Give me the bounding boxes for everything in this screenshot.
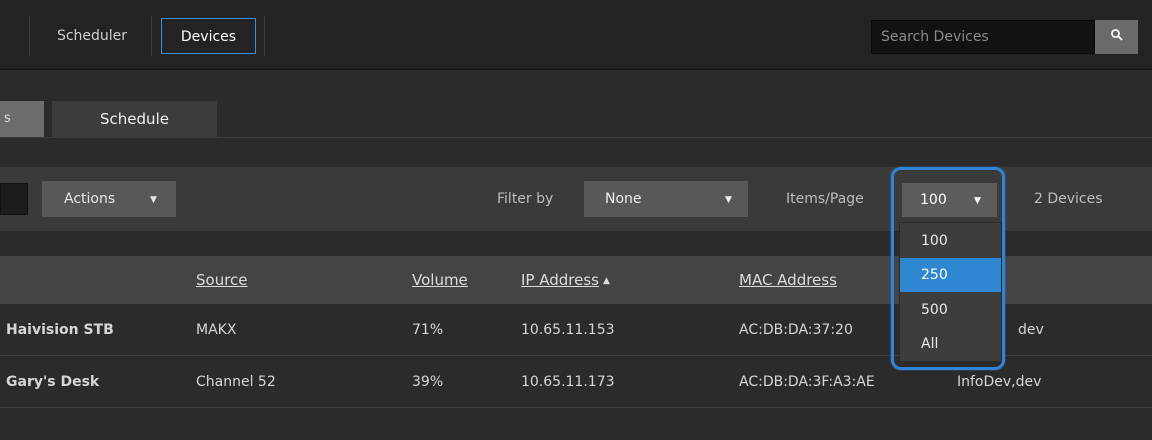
nav-divider: [151, 16, 152, 56]
search-icon: [1110, 29, 1123, 41]
search-input[interactable]: Search Devices: [871, 20, 1095, 54]
items-per-page-label: Items/Page: [786, 191, 864, 207]
nav-scheduler[interactable]: Scheduler: [40, 18, 144, 54]
device-volume: 39%: [412, 374, 444, 390]
device-ip: 10.65.11.173: [521, 374, 615, 390]
actions-button[interactable]: Actions ▼: [42, 181, 176, 217]
device-name[interactable]: Haivision STB: [6, 305, 114, 356]
device-volume: 71%: [412, 322, 444, 338]
device-source: Channel 52: [196, 374, 276, 390]
callout-highlight: [891, 167, 1005, 370]
device-ip: 10.65.11.153: [521, 322, 615, 338]
toolbar-input[interactable]: [0, 183, 28, 215]
device-name[interactable]: Gary's Desk: [6, 357, 99, 408]
column-header-volume[interactable]: Volume: [412, 256, 468, 304]
filter-value: None: [605, 191, 642, 207]
column-header-mac-address[interactable]: MAC Address: [739, 256, 837, 304]
nav-divider: [264, 16, 265, 56]
column-header-ip-address[interactable]: IP Address ▲: [521, 256, 610, 304]
search-button[interactable]: [1095, 20, 1138, 54]
device-source: MAKX: [196, 322, 237, 338]
actions-label: Actions: [64, 191, 116, 207]
chevron-down-icon: ▼: [725, 195, 732, 205]
nav-divider: [29, 16, 30, 56]
devices-page: Scheduler Devices Search Devices s Sched…: [0, 0, 1152, 440]
chevron-down-icon: ▼: [150, 195, 157, 205]
filter-select[interactable]: None ▼: [584, 181, 748, 217]
tab-partial[interactable]: s: [0, 101, 44, 137]
device-mac: AC:DB:DA:3F:A3:AE: [739, 374, 875, 390]
filter-label: Filter by: [497, 191, 554, 207]
device-count: 2 Devices: [1034, 191, 1103, 207]
tab-schedule[interactable]: Schedule: [52, 101, 217, 137]
tab-divider: [0, 137, 1152, 138]
ip-address-header-label: IP Address: [521, 271, 599, 289]
nav-devices[interactable]: Devices: [161, 18, 256, 54]
column-header-source[interactable]: Source: [196, 256, 248, 304]
device-tags: dev: [1018, 322, 1044, 338]
sort-ascending-icon: ▲: [602, 276, 610, 286]
device-mac: AC:DB:DA:37:20: [739, 322, 853, 338]
